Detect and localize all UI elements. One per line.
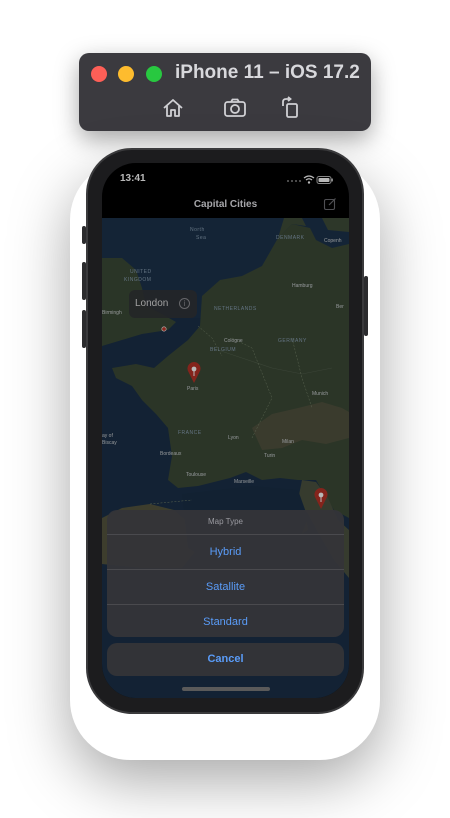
simulator-title: iPhone 11 – iOS 17.2 <box>175 62 360 83</box>
side-power-button[interactable] <box>364 276 368 336</box>
action-sheet-title: Map Type <box>208 517 243 526</box>
volume-up-button[interactable] <box>82 262 86 300</box>
rotate-icon[interactable] <box>278 95 304 121</box>
phone-screen: 13:41 Capital Cities North Sea DENMARK C… <box>102 163 349 698</box>
home-icon[interactable] <box>160 95 186 121</box>
screenshot-icon[interactable] <box>222 95 248 121</box>
zoom-window-button[interactable] <box>146 66 162 82</box>
mute-switch[interactable] <box>82 226 86 244</box>
cancel-button[interactable]: Cancel <box>107 643 344 676</box>
volume-down-button[interactable] <box>82 310 86 348</box>
simulator-window-bar: iPhone 11 – iOS 17.2 <box>79 53 371 131</box>
map-type-action-sheet: Map Type Hybrid Satallite Standard <box>107 510 344 637</box>
standard-option-button[interactable]: Standard <box>107 604 344 637</box>
satellite-option-button[interactable]: Satallite <box>107 569 344 604</box>
home-indicator[interactable] <box>182 687 270 691</box>
minimize-window-button[interactable] <box>118 66 134 82</box>
hybrid-option-button[interactable]: Hybrid <box>107 534 344 569</box>
close-window-button[interactable] <box>91 66 107 82</box>
